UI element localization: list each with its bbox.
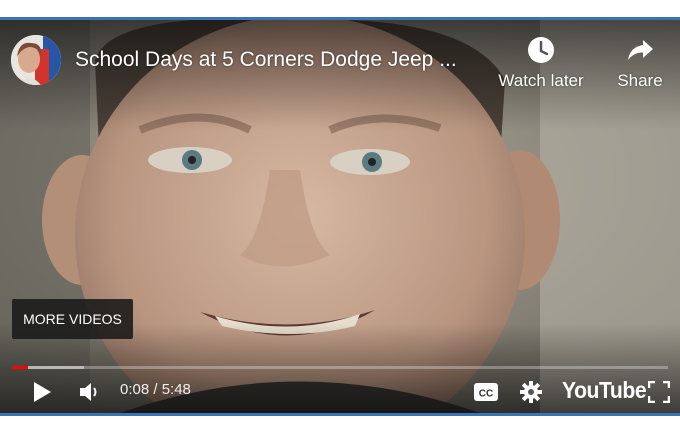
gear-icon[interactable] [519,380,543,404]
channel-avatar[interactable] [11,35,61,85]
progress-played [12,366,28,369]
watch-later-button[interactable]: Watch later [494,35,588,91]
frame-bottom-border [0,413,680,416]
fullscreen-icon[interactable] [648,381,670,403]
more-videos-button[interactable]: MORE VIDEOS [12,299,133,339]
clock-icon [528,37,554,63]
share-button[interactable]: Share [612,35,668,91]
share-label: Share [617,71,663,90]
svg-text:CC: CC [479,389,493,400]
progress-bar[interactable] [12,366,668,369]
watch-later-label: Watch later [498,71,584,90]
cc-icon[interactable]: CC [473,382,499,402]
video-title[interactable]: School Days at 5 Corners Dodge Jeep ... [75,48,457,72]
time-display: 0:08 / 5:48 [120,381,191,398]
share-arrow-icon [628,40,653,60]
video-player[interactable]: School Days at 5 Corners Dodge Jeep ... … [0,20,680,413]
play-icon[interactable] [31,381,53,403]
youtube-logo[interactable]: YouTube [562,377,647,404]
volume-icon[interactable] [78,380,102,404]
